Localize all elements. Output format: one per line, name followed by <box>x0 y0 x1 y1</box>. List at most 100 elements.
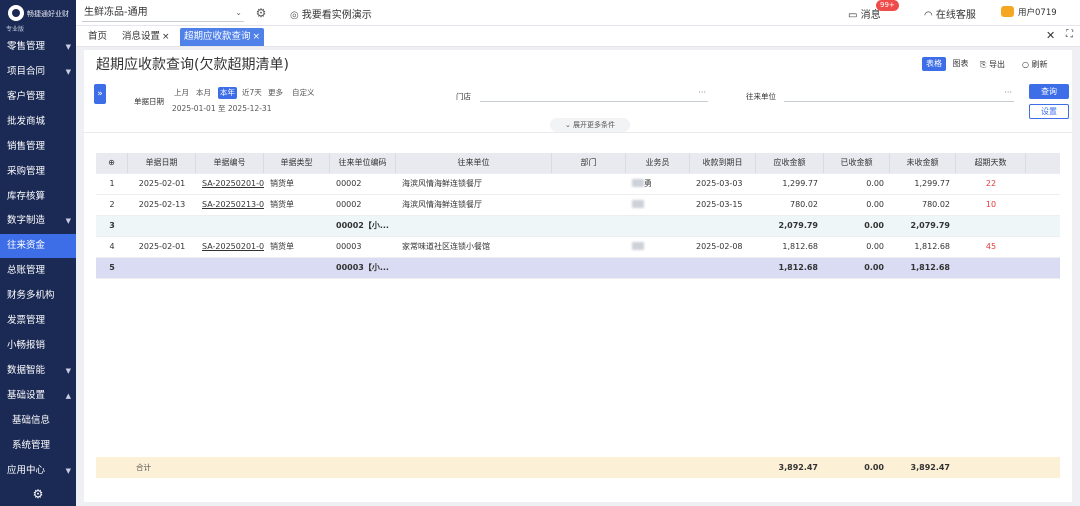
column-header[interactable]: 超期天数 <box>956 153 1026 173</box>
table-row[interactable]: 4 2025-02-01 SA-20250201-0 销货单 00003 家常味道社区连锁… <box>96 237 1060 258</box>
column-header[interactable]: 应收金额 <box>756 153 824 173</box>
refresh-button[interactable]: ○ 刷新 <box>1022 59 1048 70</box>
close-all-tabs-icon[interactable]: ✕ <box>1046 29 1055 42</box>
sidebar-item[interactable]: 项目合同 ▼ <box>0 60 76 84</box>
more-icon[interactable]: ··· <box>1004 88 1012 97</box>
sidebar-item[interactable]: 财务多机构 <box>0 284 76 308</box>
sidebar-item-label: 批发商城 <box>7 116 46 127</box>
salesperson: 勇 <box>626 174 690 194</box>
date-filter-label: 单据日期 <box>134 97 164 106</box>
column-header[interactable]: 单据日期 <box>128 153 196 173</box>
sidebar-item[interactable]: 数字制造 ▼ <box>0 209 76 233</box>
chevron-down-icon: ⌄ <box>564 121 571 129</box>
close-icon[interactable]: × <box>253 32 261 42</box>
column-header[interactable]: 单据编号 <box>196 153 264 173</box>
redacted-name <box>632 179 644 187</box>
expand-more-conditions[interactable]: ⌄ 展开更多条件 <box>550 118 630 132</box>
doc-date: 2025-02-13 <box>138 200 186 209</box>
store-filter-input[interactable]: ··· <box>480 88 708 102</box>
gear-icon[interactable]: ⚙ <box>31 487 45 501</box>
sidebar-item-label: 基础设置 <box>7 390 46 401</box>
demo-link[interactable]: ◎ 我要看实例演示 <box>290 6 372 21</box>
period-option[interactable]: 近7天 <box>240 87 264 99</box>
partner-name <box>396 216 552 236</box>
overdue-days <box>956 258 1026 278</box>
received-amount: 0.00 <box>866 179 884 188</box>
total-label: 合计 <box>136 463 151 472</box>
doc-type: 销货单 <box>270 200 294 209</box>
table-row[interactable]: 2 2025-02-13 SA-20250213-0 销货单 00002 海滨风情海鲜连锁… <box>96 195 1060 216</box>
sidebar-item[interactable]: 基础信息 <box>0 409 76 433</box>
tab-home[interactable]: 首页 <box>84 28 111 46</box>
sidebar-item[interactable]: 基础设置 ▲ <box>0 384 76 408</box>
tab-overdue-receivables[interactable]: 超期应收款查询 × <box>180 28 265 46</box>
sidebar-item[interactable]: 小畅报销 <box>0 334 76 358</box>
sidebar-item[interactable]: 库存核算 <box>0 185 76 209</box>
row-number: 2 <box>109 200 115 209</box>
sidebar-item[interactable]: 批发商城 <box>0 110 76 134</box>
view-table-button[interactable]: 表格 <box>922 57 946 71</box>
brand-name: 畅捷通好业财 <box>27 10 69 18</box>
sidebar-item-label: 数字制造 <box>7 215 46 226</box>
doc-number[interactable]: SA-20250213-0 <box>196 195 264 215</box>
doc-type <box>264 258 330 278</box>
sidebar-item-label: 小畅报销 <box>7 340 46 351</box>
subtotal-row[interactable]: 3 00002【小... 2,079.79 0.00 2,079.79 <box>96 216 1060 237</box>
view-chart-button[interactable]: 图表 <box>949 57 973 71</box>
period-option[interactable]: 自定义 <box>290 87 317 99</box>
column-header[interactable]: 往来单位 <box>396 153 552 173</box>
partner-filter-label: 往来单位 <box>746 92 776 101</box>
period-option[interactable]: 本年 <box>218 87 237 99</box>
expand-filters-icon[interactable]: » <box>94 84 106 104</box>
query-button[interactable]: 查询 <box>1029 84 1069 99</box>
store-selector[interactable]: 生鲜冻品-通用 ⌄ <box>82 4 244 22</box>
messages-button[interactable]: ▭ 消息 <box>848 6 881 21</box>
sidebar-item[interactable]: 应用中心 ▼ <box>0 459 76 483</box>
partner-filter-input[interactable]: ··· <box>784 88 1014 102</box>
salesperson <box>626 195 690 215</box>
add-column-icon[interactable]: ⊕ <box>96 153 128 173</box>
sidebar-item[interactable]: 系统管理 <box>0 434 76 458</box>
column-header[interactable]: 已收金额 <box>824 153 890 173</box>
doc-date <box>128 216 196 236</box>
doc-number[interactable]: SA-20250201-0 <box>196 174 264 194</box>
settings-button[interactable]: 设置 <box>1029 104 1069 119</box>
doc-number[interactable]: SA-20250201-0 <box>196 237 264 257</box>
sidebar-item[interactable]: 零售管理 ▼ <box>0 35 76 59</box>
due-date <box>690 216 756 236</box>
sidebar-item[interactable]: 数据智能 ▼ <box>0 359 76 383</box>
subtotal-row[interactable]: 5 00003【小... 1,812.68 0.00 1,812.68 <box>96 258 1060 279</box>
period-option[interactable]: 本月 <box>194 87 213 99</box>
receivable-amount: 1,812.68 <box>782 242 818 251</box>
sidebar-item[interactable]: 往来资金 <box>0 234 76 258</box>
column-header[interactable]: 未收金额 <box>890 153 956 173</box>
sidebar-item[interactable]: 总账管理 <box>0 259 76 283</box>
store-filter-label: 门店 <box>456 92 471 101</box>
column-header[interactable]: 部门 <box>552 153 626 173</box>
demo-link-label: 我要看实例演示 <box>301 10 372 21</box>
tab-message-settings[interactable]: 消息设置 × <box>118 28 174 46</box>
date-range[interactable]: 2025-01-01 至 2025-12-31 <box>172 103 271 114</box>
brand[interactable]: 畅捷通好业财 专业版 <box>0 0 76 36</box>
settings-gear-icon[interactable]: ⚙ <box>254 6 268 20</box>
doc-date: 2025-02-01 <box>138 242 186 251</box>
period-option[interactable]: 上月 <box>172 87 191 99</box>
sidebar-item[interactable]: 客户管理 <box>0 85 76 109</box>
column-header[interactable]: 单据类型 <box>264 153 330 173</box>
column-header[interactable]: 业务员 <box>626 153 690 173</box>
sidebar: 畅捷通好业财 专业版 零售管理 ▼ 项目合同 ▼ 客户管理批发商城销售管理 采购管理 库存核… <box>0 0 76 506</box>
period-option[interactable]: 更多 <box>266 87 285 99</box>
sidebar-item[interactable]: 销售管理 <box>0 135 76 159</box>
user-menu[interactable]: 用户0719 <box>1001 6 1057 18</box>
sidebar-item[interactable]: 采购管理 <box>0 160 76 184</box>
department <box>552 216 626 236</box>
more-icon[interactable]: ··· <box>698 88 706 97</box>
export-button[interactable]: ⎘ 导出 <box>980 59 1005 70</box>
fullscreen-icon[interactable]: ⛶ <box>1066 29 1073 40</box>
column-header[interactable]: 往来单位编码 <box>330 153 396 173</box>
close-icon[interactable]: × <box>162 32 170 42</box>
column-header[interactable]: 收款到期日 <box>690 153 756 173</box>
sidebar-item[interactable]: 发票管理 <box>0 309 76 333</box>
online-service-button[interactable]: ◠ 在线客服 <box>924 6 976 21</box>
table-row[interactable]: 1 2025-02-01 SA-20250201-0 销货单 00002 海滨风情海鲜连锁… <box>96 174 1060 195</box>
